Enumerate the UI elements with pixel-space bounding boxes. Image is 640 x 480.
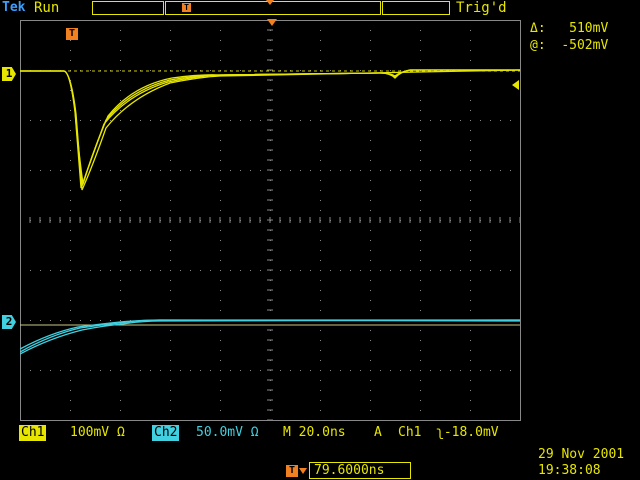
at-value: -502mV bbox=[561, 38, 609, 53]
record-position-icon bbox=[266, 0, 274, 5]
status-line: Ch1 100mV Ω Ch2 50.0mV Ω M 20.0ns A Ch1 … bbox=[18, 425, 523, 441]
trigger-state: Trig'd bbox=[456, 0, 507, 16]
delta-value: 510mV bbox=[569, 21, 609, 36]
record-view-right bbox=[382, 1, 450, 15]
ch1-marker-icon[interactable]: 1 bbox=[2, 67, 16, 81]
trigger-level-icon bbox=[512, 80, 519, 90]
horizontal-scale: M 20.0ns bbox=[283, 425, 346, 440]
arrow-down-icon bbox=[299, 467, 307, 474]
trigger-small-icon: T bbox=[286, 464, 298, 477]
at-label: @: bbox=[530, 38, 546, 53]
graticule-dots bbox=[20, 20, 521, 421]
trigger-level: ʅ-18.0mV bbox=[436, 425, 499, 440]
waveform-display[interactable] bbox=[20, 20, 522, 422]
date-text: 29 Nov 2001 bbox=[538, 447, 625, 462]
ch1-label[interactable]: Ch1 bbox=[19, 425, 47, 441]
record-view-bar[interactable]: T bbox=[165, 0, 381, 15]
trigger-badge-icon: T bbox=[66, 28, 78, 40]
brand-logo: Tek bbox=[2, 0, 26, 15]
cursor-readout: Δ: 510mV @: -502mV bbox=[530, 20, 608, 54]
trigger-source: Ch1 bbox=[398, 425, 422, 440]
trigger-position-icon bbox=[267, 19, 277, 26]
trigger-position-readout: T 79.6000ns bbox=[286, 462, 411, 479]
acquisition-state: Run bbox=[34, 0, 60, 16]
top-status-bar: Tek Run T Trig'd bbox=[0, 0, 640, 18]
ch2-scale: 50.0mV Ω bbox=[196, 425, 259, 440]
record-view-left bbox=[92, 1, 164, 15]
trigger-position-value: 79.6000ns bbox=[309, 462, 411, 479]
delta-label: Δ: bbox=[530, 21, 546, 36]
trigger-mode: A bbox=[374, 425, 382, 440]
ch2-label[interactable]: Ch2 bbox=[152, 425, 180, 441]
trigger-icon: T bbox=[182, 3, 191, 12]
time-text: 19:38:08 bbox=[538, 463, 601, 478]
timestamp: 29 Nov 2001 19:38:08 bbox=[538, 447, 624, 479]
ch2-marker-icon[interactable]: 2 bbox=[2, 315, 16, 329]
ch1-scale: 100mV Ω bbox=[70, 425, 125, 440]
